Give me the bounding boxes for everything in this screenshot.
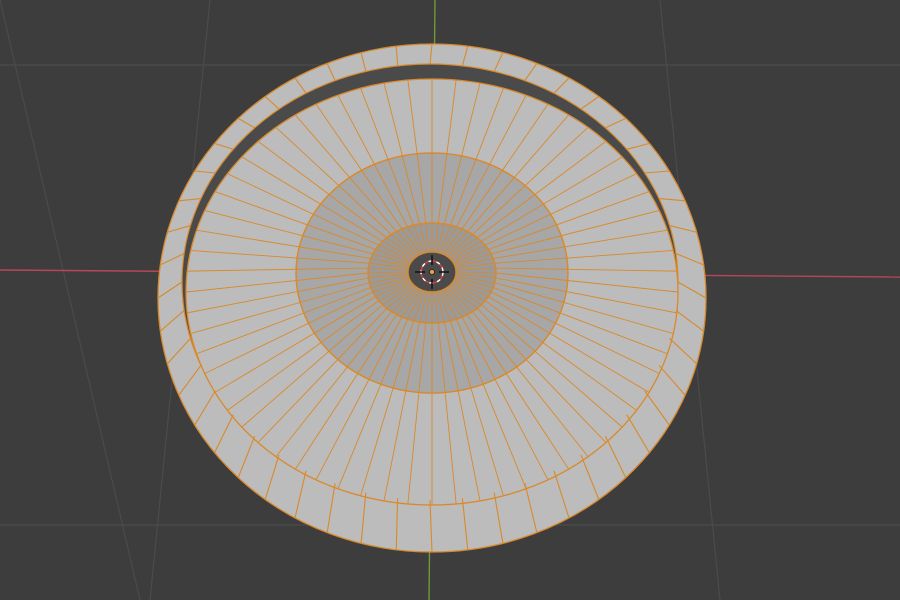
origin-dot-icon [429,269,435,275]
3d-viewport[interactable] [0,0,900,600]
selected-mesh-object[interactable] [157,43,707,553]
grid-line [0,0,141,600]
viewport-canvas[interactable] [0,0,900,600]
